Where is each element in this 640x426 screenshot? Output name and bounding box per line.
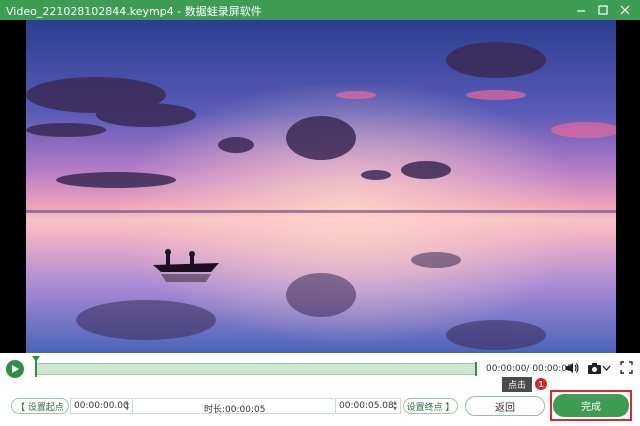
volume-icon[interactable] <box>565 361 579 375</box>
set-start-button[interactable]: 【 设置起点 <box>11 398 69 414</box>
title-bar: Video_221028102844.keymp4 - 数据蛙录屏软件 <box>0 0 640 20</box>
set-end-button[interactable]: 设置终点 】 <box>403 398 458 414</box>
start-time-value: 00:00:00.00 <box>74 401 129 411</box>
fullscreen-icon[interactable] <box>620 361 633 374</box>
current-time: 00:00:00/ <box>486 364 530 374</box>
end-time-stepper[interactable]: ▲ ▼ <box>391 400 399 412</box>
click-tooltip: 点击 <box>502 377 532 392</box>
time-display: 00:00:00/ 00:00:05 <box>486 364 573 374</box>
end-marker[interactable] <box>475 362 477 376</box>
duration-value: 00:00:05 <box>225 405 266 415</box>
minimize-icon <box>577 10 585 12</box>
end-time-value: 00:00:05.08 <box>339 401 394 411</box>
close-button[interactable] <box>614 0 636 20</box>
start-time-stepper[interactable]: ▲ ▼ <box>123 400 131 412</box>
video-player[interactable] <box>0 20 640 353</box>
timeline-track[interactable] <box>35 363 477 375</box>
video-frame <box>26 20 616 353</box>
start-time-field[interactable]: 00:00:00.00 ▲ ▼ <box>70 398 133 414</box>
chevron-down-icon[interactable] <box>602 364 611 372</box>
duration-text: 时长:00:00:05 <box>204 402 265 415</box>
back-button[interactable]: 返回 <box>465 396 545 416</box>
maximize-button[interactable] <box>592 0 614 20</box>
camera-icon[interactable] <box>587 361 602 375</box>
duration-label: 时长: <box>204 405 226 415</box>
end-time-field[interactable]: 00:00:05.08 ▲ ▼ <box>335 398 401 414</box>
play-button[interactable] <box>6 360 24 378</box>
step-badge: 1 <box>535 378 547 390</box>
start-marker[interactable] <box>35 357 37 377</box>
close-icon <box>620 5 630 15</box>
duration-field: 时长:00:00:05 <box>134 398 334 415</box>
done-button[interactable]: 完成 <box>553 394 629 417</box>
play-icon <box>12 365 19 373</box>
minimize-button[interactable] <box>570 0 592 20</box>
maximize-icon <box>598 5 608 15</box>
window-title: Video_221028102844.keymp4 - 数据蛙录屏软件 <box>6 5 262 18</box>
